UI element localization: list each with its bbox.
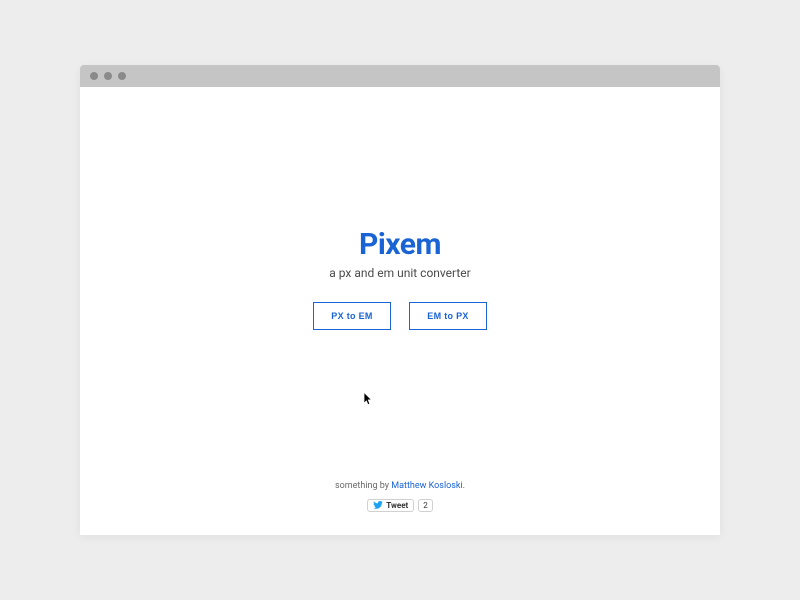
tweet-button[interactable]: Tweet — [367, 499, 414, 512]
author-link[interactable]: Matthew Kosloski — [391, 481, 462, 491]
window-close-dot[interactable] — [90, 72, 98, 80]
window-minimize-dot[interactable] — [104, 72, 112, 80]
hero: Pixem a px and em unit converter PX to E… — [313, 227, 487, 330]
tweet-label: Tweet — [386, 501, 408, 510]
byline: something by Matthew Kosloski. — [80, 481, 720, 491]
page-content: Pixem a px and em unit converter PX to E… — [80, 87, 720, 535]
byline-prefix: something by — [335, 481, 391, 491]
page-title: Pixem — [313, 227, 487, 262]
button-row: PX to EM EM to PX — [313, 302, 487, 330]
cursor-icon — [363, 392, 373, 406]
browser-window: Pixem a px and em unit converter PX to E… — [80, 65, 720, 535]
window-titlebar — [80, 65, 720, 87]
byline-suffix: . — [463, 481, 465, 491]
footer: something by Matthew Kosloski. Tweet 2 — [80, 481, 720, 514]
window-maximize-dot[interactable] — [118, 72, 126, 80]
px-to-em-button[interactable]: PX to EM — [313, 302, 391, 330]
tweet-widget: Tweet 2 — [367, 499, 432, 512]
twitter-icon — [373, 501, 383, 509]
page-subtitle: a px and em unit converter — [313, 266, 487, 280]
em-to-px-button[interactable]: EM to PX — [409, 302, 487, 330]
tweet-count: 2 — [418, 499, 433, 512]
